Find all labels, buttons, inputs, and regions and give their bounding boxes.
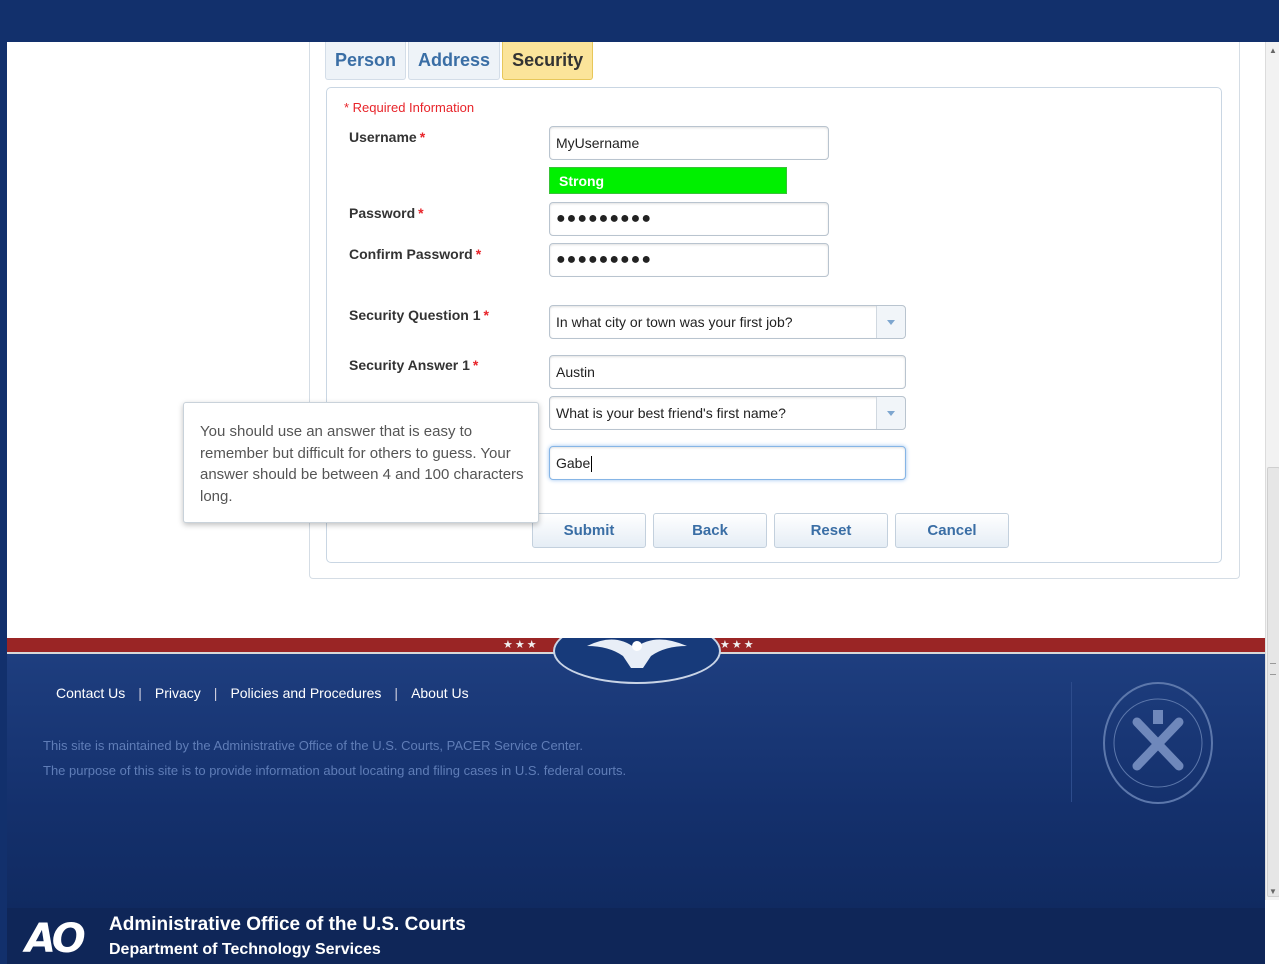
chevron-down-icon[interactable] xyxy=(876,306,905,338)
confirm-password-label: Confirm Password * xyxy=(349,246,482,262)
security-answer-2-input[interactable]: Gabe xyxy=(549,446,906,480)
about-us-link[interactable]: About Us xyxy=(411,685,469,701)
password-input[interactable]: ●●●●●●●●● xyxy=(549,202,829,236)
username-input[interactable]: MyUsername xyxy=(549,126,829,160)
security-question-2-select[interactable]: What is your best friend's first name? xyxy=(549,396,906,430)
tab-person[interactable]: Person xyxy=(325,42,407,80)
security-question-1-value: In what city or town was your first job? xyxy=(556,314,793,330)
eagle-icon xyxy=(587,639,687,668)
stars-left: ★★★ xyxy=(503,639,539,651)
link-separator: | xyxy=(394,685,399,701)
security-answer-1-label: Security Answer 1 * xyxy=(349,357,479,373)
scroll-thumb[interactable] xyxy=(1267,467,1279,897)
security-question-2-value: What is your best friend's first name? xyxy=(556,405,786,421)
footer-links: Contact Us | Privacy | Policies and Procedur… xyxy=(56,685,469,701)
security-answer-2-value: Gabe xyxy=(556,455,591,471)
ao-logo: AO xyxy=(25,916,86,962)
footer-purpose-text: The purpose of this site is to provide i… xyxy=(43,763,627,778)
seal-graphic xyxy=(1113,698,1203,788)
security-question-1-label: Security Question 1 * xyxy=(349,307,489,323)
password-label: Password * xyxy=(349,205,424,221)
password-strength-bar: Strong xyxy=(549,167,787,194)
form-tabs: Person Address Security xyxy=(325,42,595,80)
confirm-password-input[interactable]: ●●●●●●●●● xyxy=(549,243,829,277)
required-note: * Required Information xyxy=(344,100,475,115)
link-separator: | xyxy=(213,685,218,701)
back-button[interactable]: Back xyxy=(653,513,767,548)
link-separator: | xyxy=(138,685,142,701)
top-bar xyxy=(0,0,1279,42)
ao-seal-icon xyxy=(1103,682,1213,804)
privacy-link[interactable]: Privacy xyxy=(155,685,201,701)
text-caret xyxy=(591,456,593,473)
scroll-up-arrow-icon[interactable]: ▲ xyxy=(1266,46,1279,55)
help-tooltip: You should use an answer that is easy to… xyxy=(183,402,539,523)
grip-icon xyxy=(1270,663,1276,675)
security-question-1-select[interactable]: In what city or town was your first job? xyxy=(549,305,906,339)
left-frame xyxy=(0,0,7,964)
stars-right: ★★★ xyxy=(720,639,756,651)
footer-divider xyxy=(1071,682,1072,802)
scroll-down-arrow-icon[interactable]: ▼ xyxy=(1266,887,1279,896)
tab-security[interactable]: Security xyxy=(502,42,594,80)
org-subtitle: Department of Technology Services xyxy=(109,941,381,958)
reset-button[interactable]: Reset xyxy=(774,513,888,548)
policies-link[interactable]: Policies and Procedures xyxy=(230,685,381,701)
chevron-down-icon[interactable] xyxy=(876,397,905,429)
cancel-button[interactable]: Cancel xyxy=(895,513,1009,548)
security-answer-1-input[interactable]: Austin xyxy=(549,355,906,389)
vertical-scrollbar[interactable]: ▲ ▼ xyxy=(1265,42,1279,900)
site-footer: ★★★ ★★★ Contact Us | Privacy | Policies and … xyxy=(7,638,1265,964)
username-label: Username * xyxy=(349,129,426,145)
footer-maintained-text: This site is maintained by the Administr… xyxy=(43,738,583,753)
submit-button[interactable]: Submit xyxy=(532,513,646,548)
org-title: Administrative Office of the U.S. Courts xyxy=(109,914,466,935)
contact-us-link[interactable]: Contact Us xyxy=(56,685,125,701)
tab-address[interactable]: Address xyxy=(408,42,501,80)
